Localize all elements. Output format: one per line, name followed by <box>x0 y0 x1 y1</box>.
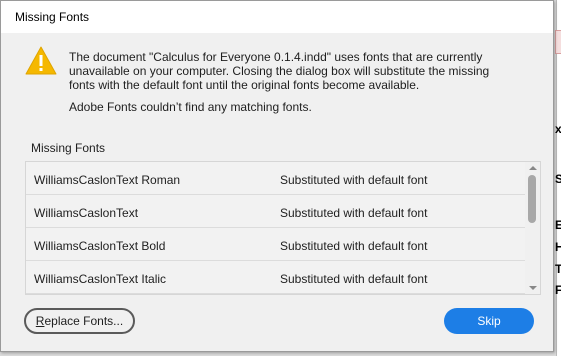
missing-fonts-dialog: Missing Fonts The document "Calculus for… <box>0 0 554 352</box>
replace-fonts-label: eplace Fonts... <box>44 314 124 328</box>
background-text: S <box>555 172 561 186</box>
dialog-title: Missing Fonts <box>15 10 90 24</box>
background-text: x <box>555 122 561 136</box>
background-text: E <box>555 218 561 232</box>
background-text: H <box>555 240 561 254</box>
dialog-message: The document "Calculus for Everyone 0.1.… <box>69 50 539 92</box>
list-item[interactable]: WilliamsCaslonText Italic Substituted wi… <box>26 261 526 294</box>
font-name: WilliamsCaslonText Bold <box>34 239 166 253</box>
font-status: Substituted with default font <box>280 239 428 253</box>
adobe-fonts-message: Adobe Fonts couldn’t find any matching f… <box>69 100 312 114</box>
font-name: WilliamsCaslonText Italic <box>34 272 167 286</box>
scroll-up-icon[interactable] <box>529 166 537 170</box>
list-item[interactable]: WilliamsCaslonText Roman Substituted wit… <box>26 162 526 195</box>
list-scrollbar[interactable] <box>525 162 540 294</box>
warning-icon <box>25 46 57 75</box>
list-item[interactable]: WilliamsCaslonText Bold Substituted with… <box>26 228 526 261</box>
font-name: WilliamsCaslonText <box>34 206 139 220</box>
list-item[interactable]: WilliamsCaslonText Substituted with defa… <box>26 195 526 228</box>
background-text: T <box>555 262 561 276</box>
scroll-thumb[interactable] <box>528 175 536 223</box>
message-line: fonts with the default font until the or… <box>69 78 420 92</box>
message-line: The document "Calculus for Everyone 0.1.… <box>69 50 483 64</box>
background-frame <box>555 30 561 54</box>
font-status: Substituted with default font <box>280 272 428 286</box>
title-bar[interactable]: Missing Fonts <box>1 1 553 33</box>
background-text: F <box>555 283 561 297</box>
replace-fonts-button[interactable]: Replace Fonts... <box>24 308 135 334</box>
skip-button[interactable]: Skip <box>444 308 534 334</box>
scroll-down-icon[interactable] <box>529 286 537 290</box>
message-line: unavailable on your computer. Closing th… <box>69 64 490 78</box>
font-name: WilliamsCaslonText Roman <box>34 173 181 187</box>
font-status: Substituted with default font <box>280 206 428 220</box>
font-status: Substituted with default font <box>280 173 428 187</box>
missing-fonts-list[interactable]: WilliamsCaslonText Roman Substituted wit… <box>25 161 541 295</box>
missing-fonts-label: Missing Fonts <box>31 141 106 155</box>
